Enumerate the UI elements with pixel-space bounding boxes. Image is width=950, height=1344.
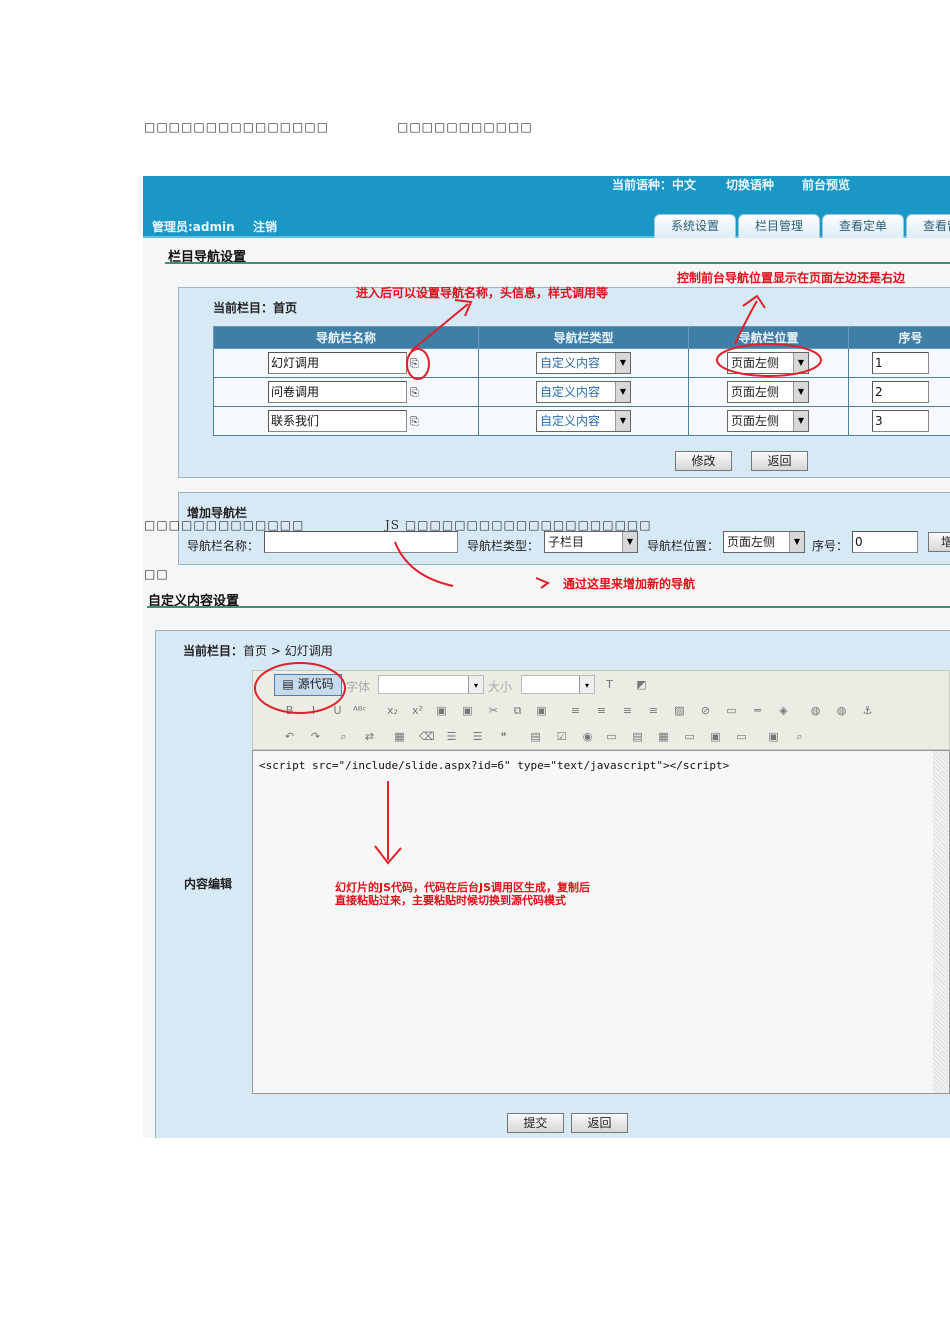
arrow-icon xyxy=(734,294,766,345)
doc-text-line1b: □□□□□□□□□□□ xyxy=(397,120,533,134)
annotation-marks xyxy=(254,294,822,865)
arrow-icon xyxy=(374,781,402,865)
arrow-icon xyxy=(535,577,551,589)
arrow-icon xyxy=(410,299,473,352)
doc-text-line3: □□ xyxy=(144,567,169,581)
highlight-circle xyxy=(406,348,430,380)
doc-text-line1a: □□□□□□□□□□□□□□□ xyxy=(144,120,330,134)
arrow-icon xyxy=(394,541,454,587)
highlight-circle xyxy=(716,343,822,377)
admin-screenshot: 当前语种：中文 切换语种 前台预览 管理员:admin 注销 系统设置 栏目管理… xyxy=(143,176,950,1138)
highlight-circle xyxy=(254,662,346,714)
doc-text-line2b: JS □□□□□□□□□□□□□□□□□□□□ xyxy=(385,518,652,532)
doc-text-line2a: □□□□□□□□□□□□□ xyxy=(144,518,305,532)
